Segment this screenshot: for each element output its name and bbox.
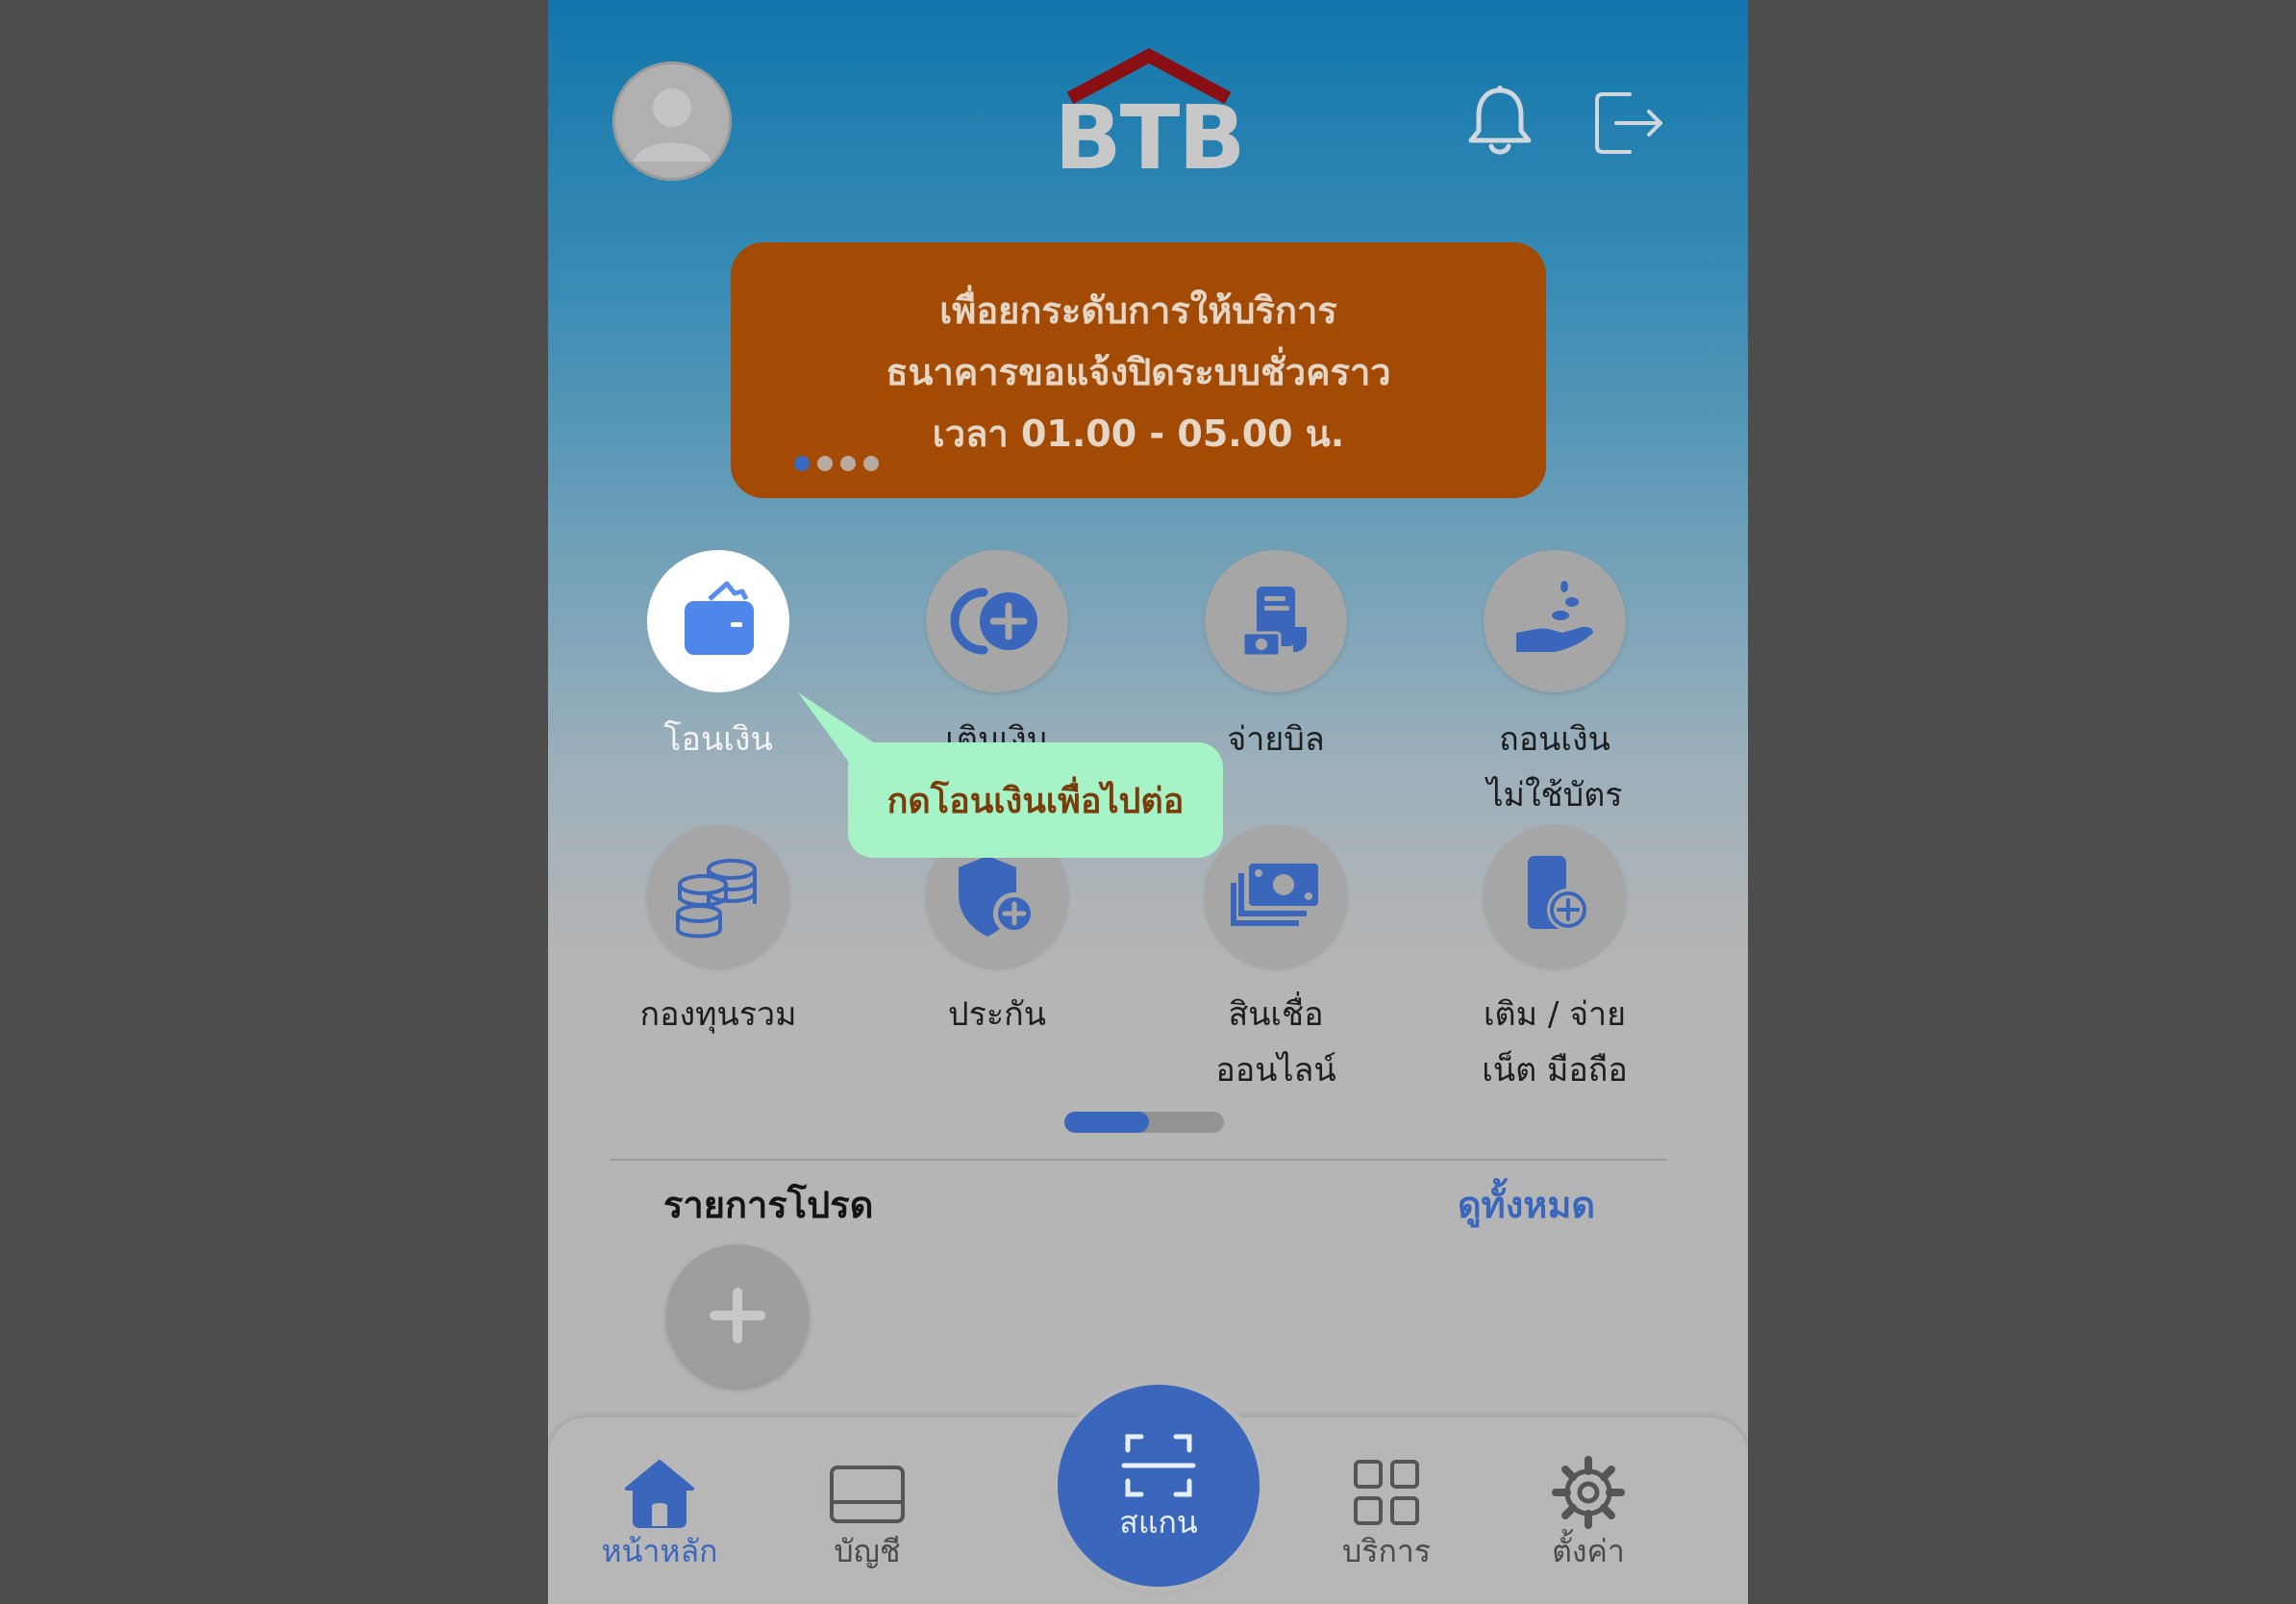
service-pay-bill[interactable]: จ่ายบิล: [1180, 550, 1372, 767]
banner-page-dot[interactable]: [863, 456, 879, 471]
gear-icon: [1550, 1454, 1627, 1531]
service-label: โอนเงิน: [663, 720, 773, 759]
banner-page-indicator: [794, 456, 879, 471]
banner-page-dot[interactable]: [794, 456, 810, 471]
favorites-view-all-link[interactable]: ดูทั้งหมด: [1458, 1175, 1595, 1234]
service-label: ประกัน: [948, 995, 1046, 1034]
banner-page-dot[interactable]: [840, 456, 856, 471]
service-transfer[interactable]: โอนเงิน: [622, 550, 814, 767]
home-icon: [621, 1454, 698, 1531]
nav-home-label: หน้าหลัก: [601, 1533, 718, 1569]
scan-button[interactable]: สแกน: [1058, 1385, 1260, 1587]
app-screen: BTB เพื่อยกระดับการให้บริการ ธนาคารขอแจ้…: [548, 0, 1748, 1604]
bill-icon: [1205, 550, 1347, 692]
grid-icon: [1348, 1454, 1425, 1531]
banner-line-3: เวลา 01.00 - 05.00 น.: [932, 413, 1345, 455]
btb-logo: BTB: [1043, 48, 1255, 183]
service-mutual-fund[interactable]: กองทุนรวม: [622, 825, 814, 1042]
announcement-banner[interactable]: เพื่อยกระดับการให้บริการ ธนาคารขอแจ้งปิด…: [731, 242, 1546, 498]
service-label: เติม / จ่าย เน็ต มือถือ: [1459, 987, 1651, 1098]
cash-icon: [1205, 825, 1347, 967]
service-label-line2: ไม่ใช้บัตร: [1486, 776, 1623, 815]
banner-line-2: ธนาคารขอแจ้งปิดระบบชั่วคราว: [886, 351, 1391, 393]
service-cardless-withdraw[interactable]: ถอนเงิน ไม่ใช้บัตร: [1459, 550, 1651, 823]
account-card-icon: [829, 1454, 906, 1531]
nav-settings[interactable]: ตั้งค่า: [1511, 1417, 1665, 1576]
cardless-withdraw-icon: [1484, 550, 1626, 692]
user-avatar-icon[interactable]: [612, 62, 732, 181]
add-favorite-button[interactable]: [666, 1244, 809, 1387]
services-page-indicator-fill: [1064, 1112, 1149, 1133]
services-page-indicator: [1064, 1112, 1224, 1133]
wallet-icon: [647, 550, 789, 692]
coins-icon: [647, 825, 789, 967]
nav-settings-label: ตั้งค่า: [1552, 1533, 1625, 1569]
service-label: ถอนเงิน ไม่ใช้บัตร: [1459, 712, 1651, 823]
service-label-line2: ออนไลน์: [1215, 1051, 1336, 1090]
service-label: สินเชื่อ ออนไลน์: [1180, 987, 1372, 1098]
favorites-title: รายการโปรด: [663, 1184, 874, 1226]
tooltip-text: กดโอนเงินเพื่อไปต่อ: [886, 781, 1185, 821]
service-topup[interactable]: เติมเงิน: [901, 550, 1093, 767]
add-funds-icon: [926, 550, 1068, 692]
nav-home[interactable]: หน้าหลัก: [583, 1417, 736, 1576]
service-label-line1: เติม / จ่าย: [1483, 995, 1627, 1034]
service-online-loan[interactable]: สินเชื่อ ออนไลน์: [1180, 825, 1372, 1098]
service-label-line1: สินเชื่อ: [1228, 995, 1324, 1034]
service-label-line1: ถอนเงิน: [1499, 720, 1610, 759]
logout-icon[interactable]: [1591, 88, 1668, 158]
mobile-topup-icon: [1484, 825, 1626, 967]
bell-icon[interactable]: [1466, 85, 1534, 158]
nav-services-label: บริการ: [1341, 1533, 1432, 1569]
plus-icon: [710, 1288, 765, 1343]
service-label-line2: เน็ต มือถือ: [1482, 1051, 1628, 1090]
nav-account[interactable]: บัญชี: [790, 1417, 944, 1576]
logo-text: BTB: [1054, 87, 1245, 189]
scan-label: สแกน: [1119, 1504, 1198, 1541]
banner-page-dot[interactable]: [817, 456, 833, 471]
banner-line-1: เพื่อยกระดับการให้บริการ: [939, 289, 1337, 332]
service-label: กองทุนรวม: [639, 995, 797, 1034]
scan-frame-icon: [1120, 1427, 1197, 1504]
section-divider: [610, 1159, 1667, 1161]
transfer-hint-tooltip[interactable]: กดโอนเงินเพื่อไปต่อ: [848, 742, 1223, 858]
nav-account-label: บัญชี: [834, 1533, 901, 1569]
service-mobile-topup[interactable]: เติม / จ่าย เน็ต มือถือ: [1459, 825, 1651, 1098]
nav-services[interactable]: บริการ: [1310, 1417, 1463, 1576]
